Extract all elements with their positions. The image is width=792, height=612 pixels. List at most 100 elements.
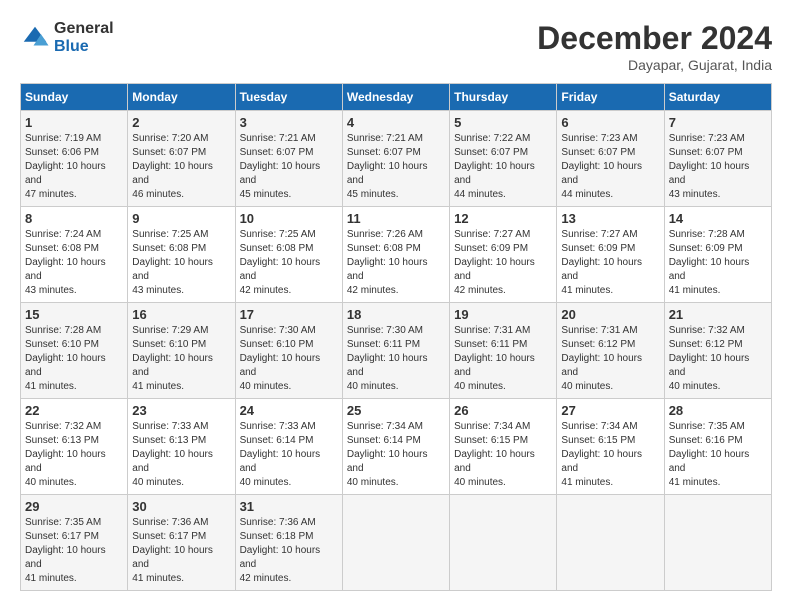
day-info: Sunrise: 7:34 AMSunset: 6:14 PMDaylight:… xyxy=(347,420,445,490)
day-info: Sunrise: 7:19 AMSunset: 6:06 PMDaylight:… xyxy=(25,132,123,202)
header-thursday: Thursday xyxy=(450,84,557,111)
day-info: Sunrise: 7:35 AMSunset: 6:17 PMDaylight:… xyxy=(25,516,123,586)
day-info: Sunrise: 7:21 AMSunset: 6:07 PMDaylight:… xyxy=(347,132,445,202)
calendar-row: 1 Sunrise: 7:19 AMSunset: 6:06 PMDaylight… xyxy=(21,111,772,207)
logo-text: General Blue xyxy=(54,20,114,55)
table-row: 12 Sunrise: 7:27 AMSunset: 6:09 PMDayligh… xyxy=(450,207,557,303)
day-info: Sunrise: 7:26 AMSunset: 6:08 PMDaylight:… xyxy=(347,228,445,298)
day-info: Sunrise: 7:32 AMSunset: 6:12 PMDaylight:… xyxy=(669,324,767,394)
table-row: 8 Sunrise: 7:24 AMSunset: 6:08 PMDaylight… xyxy=(21,207,128,303)
day-number: 25 xyxy=(347,403,445,418)
table-row xyxy=(557,495,664,591)
table-row: 27Sunrise: 7:34 AMSunset: 6:15 PMDayligh… xyxy=(557,399,664,495)
day-number: 3 xyxy=(240,115,338,130)
calendar-table: Sunday Monday Tuesday Wednesday Thursday… xyxy=(20,83,772,591)
calendar-row: 22 Sunrise: 7:32 AMSunset: 6:13 PMDayligh… xyxy=(21,399,772,495)
table-row: 29 Sunrise: 7:35 AMSunset: 6:17 PMDayligh… xyxy=(21,495,128,591)
day-number: 31 xyxy=(240,499,338,514)
logo-icon xyxy=(20,23,50,53)
day-info: Sunrise: 7:32 AMSunset: 6:13 PMDaylight:… xyxy=(25,420,123,490)
table-row: 7 Sunrise: 7:23 AMSunset: 6:07 PMDaylight… xyxy=(664,111,771,207)
table-row: 28 Sunrise: 7:35 AMSunset: 6:16 PMDayligh… xyxy=(664,399,771,495)
title-block: December 2024 Dayapar, Gujarat, India xyxy=(537,20,772,73)
table-row xyxy=(450,495,557,591)
weekday-header-row: Sunday Monday Tuesday Wednesday Thursday… xyxy=(21,84,772,111)
table-row: 21Sunrise: 7:32 AMSunset: 6:12 PMDayligh… xyxy=(664,303,771,399)
calendar-row: 8 Sunrise: 7:24 AMSunset: 6:08 PMDaylight… xyxy=(21,207,772,303)
day-info: Sunrise: 7:27 AMSunset: 6:09 PMDaylight:… xyxy=(454,228,552,298)
day-number: 18 xyxy=(347,307,445,322)
day-number: 30 xyxy=(132,499,230,514)
table-row xyxy=(342,495,449,591)
table-row: 2Sunrise: 7:20 AMSunset: 6:07 PMDaylight… xyxy=(128,111,235,207)
day-info: Sunrise: 7:23 AMSunset: 6:07 PMDaylight:… xyxy=(561,132,659,202)
day-info: Sunrise: 7:25 AMSunset: 6:08 PMDaylight:… xyxy=(240,228,338,298)
day-number: 4 xyxy=(347,115,445,130)
table-row: 26Sunrise: 7:34 AMSunset: 6:15 PMDayligh… xyxy=(450,399,557,495)
table-row: 24 Sunrise: 7:33 AMSunset: 6:14 PMDayligh… xyxy=(235,399,342,495)
day-number: 9 xyxy=(132,211,230,226)
table-row: 31 Sunrise: 7:36 AMSunset: 6:18 PMDayligh… xyxy=(235,495,342,591)
table-row xyxy=(664,495,771,591)
day-number: 10 xyxy=(240,211,338,226)
day-number: 23 xyxy=(132,403,230,418)
header-monday: Monday xyxy=(128,84,235,111)
day-info: Sunrise: 7:21 AMSunset: 6:07 PMDaylight:… xyxy=(240,132,338,202)
day-info: Sunrise: 7:35 AMSunset: 6:16 PMDaylight:… xyxy=(669,420,767,490)
day-number: 12 xyxy=(454,211,552,226)
table-row: 20Sunrise: 7:31 AMSunset: 6:12 PMDayligh… xyxy=(557,303,664,399)
day-number: 28 xyxy=(669,403,767,418)
table-row: 22 Sunrise: 7:32 AMSunset: 6:13 PMDayligh… xyxy=(21,399,128,495)
day-number: 1 xyxy=(25,115,123,130)
table-row: 15 Sunrise: 7:28 AMSunset: 6:10 PMDayligh… xyxy=(21,303,128,399)
table-row: 5Sunrise: 7:22 AMSunset: 6:07 PMDaylight… xyxy=(450,111,557,207)
day-info: Sunrise: 7:30 AMSunset: 6:11 PMDaylight:… xyxy=(347,324,445,394)
table-row: 23 Sunrise: 7:33 AMSunset: 6:13 PMDayligh… xyxy=(128,399,235,495)
day-info: Sunrise: 7:33 AMSunset: 6:13 PMDaylight:… xyxy=(132,420,230,490)
table-row: 25 Sunrise: 7:34 AMSunset: 6:14 PMDayligh… xyxy=(342,399,449,495)
day-number: 5 xyxy=(454,115,552,130)
day-info: Sunrise: 7:28 AMSunset: 6:09 PMDaylight:… xyxy=(669,228,767,298)
table-row: 10 Sunrise: 7:25 AMSunset: 6:08 PMDayligh… xyxy=(235,207,342,303)
table-row: 19 Sunrise: 7:31 AMSunset: 6:11 PMDayligh… xyxy=(450,303,557,399)
day-number: 22 xyxy=(25,403,123,418)
day-number: 8 xyxy=(25,211,123,226)
header-sunday: Sunday xyxy=(21,84,128,111)
logo-blue: Blue xyxy=(54,38,114,56)
day-number: 7 xyxy=(669,115,767,130)
day-info: Sunrise: 7:23 AMSunset: 6:07 PMDaylight:… xyxy=(669,132,767,202)
day-info: Sunrise: 7:24 AMSunset: 6:08 PMDaylight:… xyxy=(25,228,123,298)
day-number: 29 xyxy=(25,499,123,514)
day-info: Sunrise: 7:27 AMSunset: 6:09 PMDaylight:… xyxy=(561,228,659,298)
table-row: 9 Sunrise: 7:25 AMSunset: 6:08 PMDaylight… xyxy=(128,207,235,303)
day-number: 19 xyxy=(454,307,552,322)
day-info: Sunrise: 7:33 AMSunset: 6:14 PMDaylight:… xyxy=(240,420,338,490)
day-number: 24 xyxy=(240,403,338,418)
day-info: Sunrise: 7:31 AMSunset: 6:11 PMDaylight:… xyxy=(454,324,552,394)
table-row: 18 Sunrise: 7:30 AMSunset: 6:11 PMDayligh… xyxy=(342,303,449,399)
table-row: 30 Sunrise: 7:36 AMSunset: 6:17 PMDayligh… xyxy=(128,495,235,591)
table-row: 11Sunrise: 7:26 AMSunset: 6:08 PMDayligh… xyxy=(342,207,449,303)
day-info: Sunrise: 7:36 AMSunset: 6:17 PMDaylight:… xyxy=(132,516,230,586)
day-info: Sunrise: 7:36 AMSunset: 6:18 PMDaylight:… xyxy=(240,516,338,586)
day-number: 15 xyxy=(25,307,123,322)
day-number: 14 xyxy=(669,211,767,226)
header-tuesday: Tuesday xyxy=(235,84,342,111)
day-number: 16 xyxy=(132,307,230,322)
calendar-row: 29 Sunrise: 7:35 AMSunset: 6:17 PMDayligh… xyxy=(21,495,772,591)
table-row: 6 Sunrise: 7:23 AMSunset: 6:07 PMDaylight… xyxy=(557,111,664,207)
table-row: 16Sunrise: 7:29 AMSunset: 6:10 PMDayligh… xyxy=(128,303,235,399)
day-info: Sunrise: 7:25 AMSunset: 6:08 PMDaylight:… xyxy=(132,228,230,298)
day-info: Sunrise: 7:28 AMSunset: 6:10 PMDaylight:… xyxy=(25,324,123,394)
day-info: Sunrise: 7:31 AMSunset: 6:12 PMDaylight:… xyxy=(561,324,659,394)
day-number: 6 xyxy=(561,115,659,130)
calendar-row: 15 Sunrise: 7:28 AMSunset: 6:10 PMDayligh… xyxy=(21,303,772,399)
header-saturday: Saturday xyxy=(664,84,771,111)
day-number: 2 xyxy=(132,115,230,130)
header-wednesday: Wednesday xyxy=(342,84,449,111)
table-row: 13Sunrise: 7:27 AMSunset: 6:09 PMDayligh… xyxy=(557,207,664,303)
logo-general: General xyxy=(54,20,114,38)
logo: General Blue xyxy=(20,20,114,55)
day-info: Sunrise: 7:34 AMSunset: 6:15 PMDaylight:… xyxy=(454,420,552,490)
table-row: 4 Sunrise: 7:21 AMSunset: 6:07 PMDaylight… xyxy=(342,111,449,207)
